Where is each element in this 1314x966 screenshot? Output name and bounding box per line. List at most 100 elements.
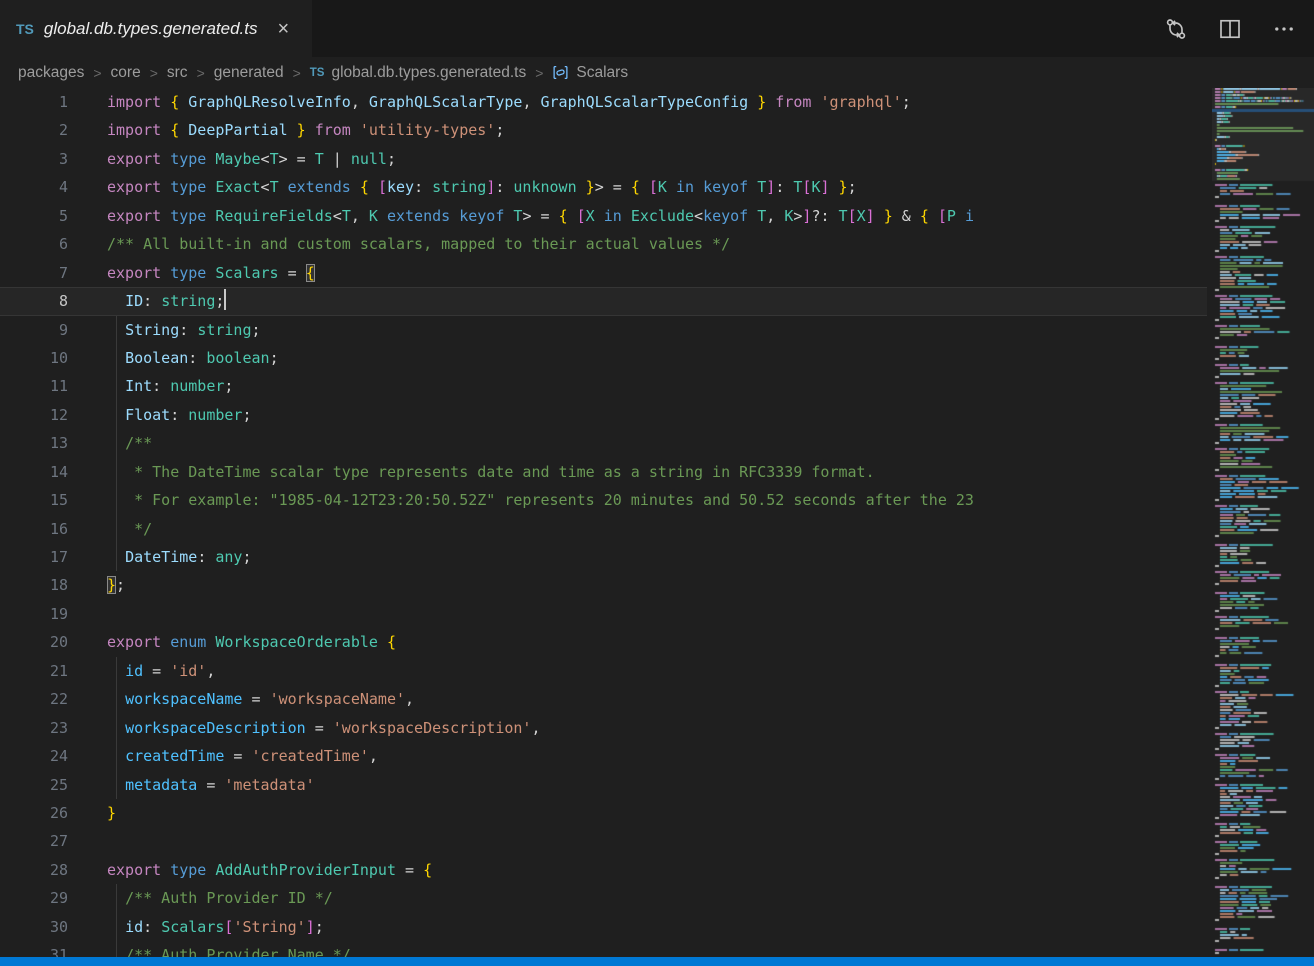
split-editor-icon[interactable] [1218, 17, 1242, 41]
code-line[interactable]: 8 ID: string; [0, 287, 1207, 315]
token: import [107, 93, 161, 111]
line-number[interactable]: 1 [0, 88, 68, 116]
code-line[interactable]: 18}; [0, 571, 1207, 599]
code-line[interactable]: 20export enum WorkspaceOrderable { [0, 628, 1207, 656]
line-number[interactable]: 4 [0, 173, 68, 201]
line-number[interactable]: 12 [0, 401, 68, 429]
code-line[interactable]: 21 id = 'id', [0, 657, 1207, 685]
breadcrumb-item-generated[interactable]: generated [214, 64, 284, 82]
token: : [143, 292, 161, 310]
code-line[interactable]: 19 [0, 600, 1207, 628]
line-number[interactable]: 20 [0, 628, 68, 656]
code-line[interactable]: 3export type Maybe<T> = T | null; [0, 145, 1207, 173]
code-line[interactable]: 24 createdTime = 'createdTime', [0, 742, 1207, 770]
code-line[interactable]: 17 DateTime: any; [0, 543, 1207, 571]
code-line[interactable]: 6/** All built-in and custom scalars, ma… [0, 230, 1207, 258]
token: * The DateTime scalar type represents da… [125, 463, 875, 481]
token: 'graphql' [820, 93, 901, 111]
code-line[interactable]: 12 Float: number; [0, 401, 1207, 429]
breadcrumb-item-packages[interactable]: packages [18, 64, 84, 82]
line-number[interactable]: 6 [0, 230, 68, 258]
code-editor[interactable]: 1import { GraphQLResolveInfo, GraphQLSca… [0, 88, 1207, 966]
line-number[interactable]: 11 [0, 372, 68, 400]
line-number[interactable]: 3 [0, 145, 68, 173]
code-text: DateTime: any; [107, 543, 252, 571]
line-number[interactable]: 2 [0, 116, 68, 144]
line-number[interactable]: 17 [0, 543, 68, 571]
code-line[interactable]: 15 * For example: "1985-04-12T23:20:50.5… [0, 486, 1207, 514]
code-line[interactable]: 4export type Exact<T extends { [key: str… [0, 173, 1207, 201]
token: unknown [513, 178, 576, 196]
line-number[interactable]: 25 [0, 771, 68, 799]
more-actions-icon[interactable] [1272, 17, 1296, 41]
tab-global-db-types[interactable]: TS global.db.types.generated.ts × [0, 0, 312, 57]
line-number[interactable]: 23 [0, 714, 68, 742]
token: String [125, 321, 179, 339]
token: ; [242, 406, 251, 424]
line-number[interactable]: 15 [0, 486, 68, 514]
line-number[interactable]: 18 [0, 571, 68, 599]
line-number[interactable]: 27 [0, 827, 68, 855]
line-number[interactable]: 10 [0, 344, 68, 372]
breadcrumb-item-scalars[interactable]: Scalars [576, 64, 628, 82]
code-line[interactable]: 25 metadata = 'metadata' [0, 771, 1207, 799]
breadcrumb-item-core[interactable]: core [111, 64, 141, 82]
token: createdTime [125, 747, 224, 765]
line-number[interactable]: 29 [0, 884, 68, 912]
breadcrumb-item-global-db-types-generated-ts[interactable]: global.db.types.generated.ts [331, 64, 526, 82]
line-number[interactable]: 13 [0, 429, 68, 457]
line-number[interactable]: 5 [0, 202, 68, 230]
code-line[interactable]: 16 */ [0, 515, 1207, 543]
tab-close-icon[interactable]: × [278, 19, 290, 39]
code-line[interactable]: 10 Boolean: boolean; [0, 344, 1207, 372]
code-line[interactable]: 28export type AddAuthProviderInput = { [0, 856, 1207, 884]
token: string [197, 321, 251, 339]
token: , [405, 690, 414, 708]
minimap[interactable] [1212, 88, 1314, 957]
token [748, 178, 757, 196]
line-number[interactable]: 19 [0, 600, 68, 628]
code-line[interactable]: 22 workspaceName = 'workspaceName', [0, 685, 1207, 713]
token: Int [125, 377, 152, 395]
line-number[interactable]: 14 [0, 458, 68, 486]
token [830, 178, 839, 196]
code-line[interactable]: 29 /** Auth Provider ID */ [0, 884, 1207, 912]
breadcrumb-item-src[interactable]: src [167, 64, 188, 82]
code-line[interactable]: 5export type RequireFields<T, K extends … [0, 202, 1207, 230]
typescript-file-icon: TS [310, 67, 325, 79]
line-number[interactable]: 21 [0, 657, 68, 685]
line-number[interactable]: 22 [0, 685, 68, 713]
token [107, 292, 125, 310]
code-line[interactable]: 26} [0, 799, 1207, 827]
token [179, 93, 188, 111]
code-line[interactable]: 27 [0, 827, 1207, 855]
code-line[interactable]: 13 /** [0, 429, 1207, 457]
code-line[interactable]: 1import { GraphQLResolveInfo, GraphQLSca… [0, 88, 1207, 116]
token [351, 121, 360, 139]
token: { [360, 178, 369, 196]
indent-guide [116, 344, 117, 372]
token: number [188, 406, 242, 424]
code-line[interactable]: 7export type Scalars = { [0, 259, 1207, 287]
code-line[interactable]: 11 Int: number; [0, 372, 1207, 400]
line-number[interactable]: 16 [0, 515, 68, 543]
indent-guide [116, 316, 117, 344]
code-text: String: string; [107, 316, 261, 344]
code-line[interactable]: 9 String: string; [0, 316, 1207, 344]
line-number[interactable]: 30 [0, 913, 68, 941]
line-number[interactable]: 8 [0, 287, 68, 315]
code-text: */ [107, 515, 152, 543]
code-line[interactable]: 2import { DeepPartial } from 'utility-ty… [0, 116, 1207, 144]
line-number[interactable]: 7 [0, 259, 68, 287]
status-bar[interactable] [0, 957, 1314, 966]
code-line[interactable]: 23 workspaceDescription = 'workspaceDesc… [0, 714, 1207, 742]
token: in [676, 178, 694, 196]
line-number[interactable]: 9 [0, 316, 68, 344]
line-number[interactable]: 24 [0, 742, 68, 770]
line-number[interactable]: 26 [0, 799, 68, 827]
code-line[interactable]: 30 id: Scalars['String']; [0, 913, 1207, 941]
open-changes-icon[interactable] [1164, 17, 1188, 41]
code-line[interactable]: 14 * The DateTime scalar type represents… [0, 458, 1207, 486]
token: ] [766, 178, 775, 196]
line-number[interactable]: 28 [0, 856, 68, 884]
